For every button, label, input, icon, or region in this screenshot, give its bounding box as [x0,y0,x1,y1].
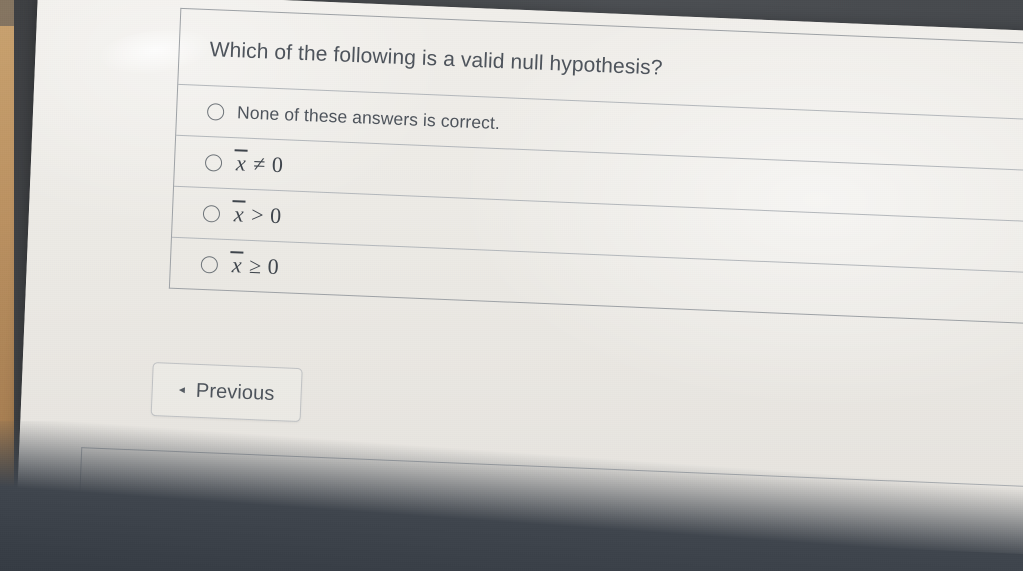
radio-unselected-icon[interactable] [200,255,219,274]
radio-unselected-icon[interactable] [202,204,221,223]
device-bezel-bottom [0,421,1023,571]
x-bar-symbol: x [233,201,245,227]
question-card: Which of the following is a valid null h… [168,7,1023,326]
previous-button[interactable]: ◂ Previous [150,362,303,423]
operand-value: 0 [271,152,284,178]
answer-option-label: None of these answers is correct. [236,102,501,133]
operand-value: 0 [269,203,283,229]
operand-value: 0 [267,253,280,280]
photo-of-screen: Which of the following is a valid null h… [0,0,1023,571]
relational-operator: ≠ [252,151,267,177]
x-bar-symbol: x [231,252,243,278]
radio-unselected-icon[interactable] [204,153,223,172]
relational-operator: ≥ [248,253,263,279]
relational-operator: > [250,202,265,228]
previous-button-label: Previous [195,379,275,405]
radio-unselected-icon[interactable] [206,102,225,121]
answer-option-label: x ≠ 0 [235,151,284,179]
answer-option-label: x >0 [232,201,282,229]
x-bar-symbol: x [235,150,247,176]
answer-option-label: x ≥0 [230,252,279,280]
chevron-left-icon: ◂ [178,382,186,397]
